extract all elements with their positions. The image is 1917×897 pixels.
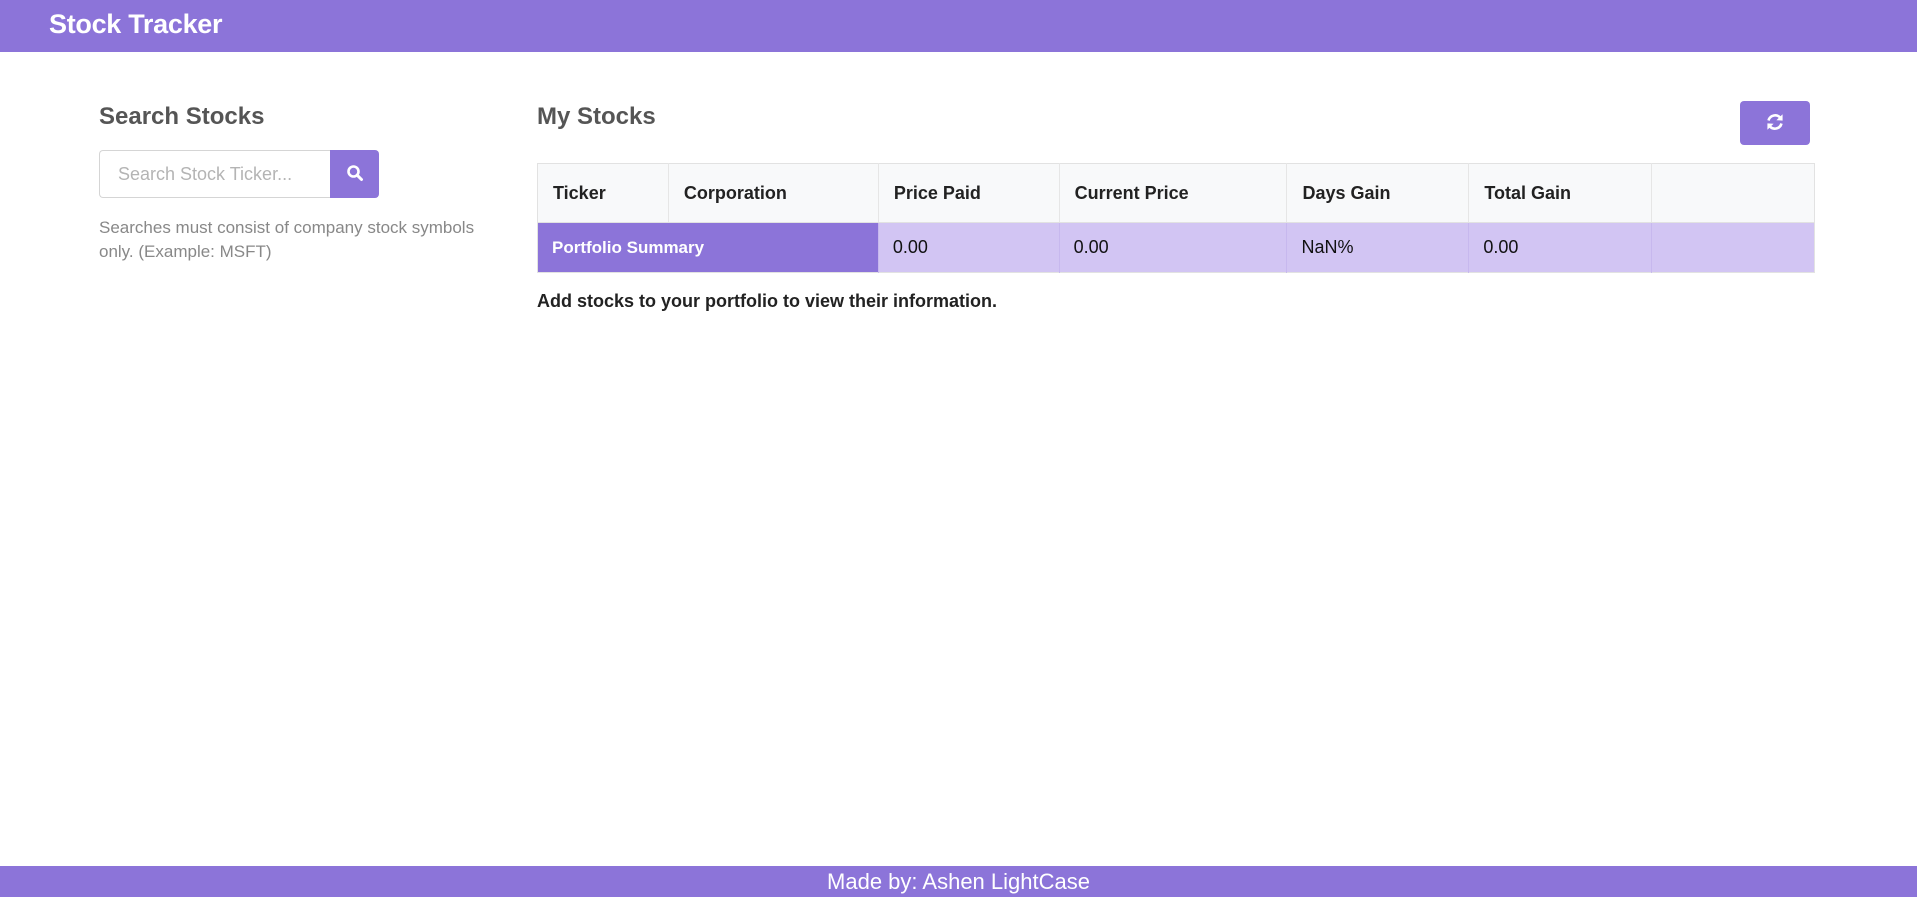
footer-credit: Made by: Ashen LightCase <box>827 869 1090 894</box>
column-header-days-gain: Days Gain <box>1286 163 1470 223</box>
search-help-text: Searches must consist of company stock s… <box>99 218 475 261</box>
search-section-title: Search Stocks <box>99 103 265 130</box>
summary-price-paid: 0.00 <box>878 222 1060 273</box>
column-header-corporation: Corporation <box>668 163 879 223</box>
refresh-button[interactable] <box>1740 101 1810 145</box>
column-header-current-price: Current Price <box>1059 163 1288 223</box>
navbar: Stock Tracker <box>0 0 1917 52</box>
column-header-total-gain: Total Gain <box>1468 163 1653 223</box>
portfolio-table: Ticker Corporation Price Paid Current Pr… <box>537 163 1815 273</box>
table-header-row: Ticker Corporation Price Paid Current Pr… <box>537 163 1815 223</box>
search-button[interactable] <box>330 150 379 198</box>
search-icon <box>346 164 364 185</box>
column-header-price-paid: Price Paid <box>878 163 1060 223</box>
brand-link[interactable]: Stock Tracker <box>49 9 223 40</box>
empty-portfolio-message: Add stocks to your portfolio to view the… <box>537 291 998 311</box>
refresh-icon <box>1765 112 1785 135</box>
portfolio-title: My Stocks <box>537 103 656 130</box>
search-input[interactable] <box>99 150 331 198</box>
summary-days-gain: NaN% <box>1286 222 1470 273</box>
footer: Made by: Ashen LightCase <box>0 866 1917 897</box>
summary-actions-cell <box>1651 222 1815 273</box>
column-header-actions <box>1651 163 1815 223</box>
column-header-ticker: Ticker <box>537 163 669 223</box>
summary-current-price: 0.00 <box>1059 222 1288 273</box>
portfolio-summary-row: Portfolio Summary 0.00 0.00 NaN% 0.00 <box>537 222 1815 273</box>
summary-total-gain: 0.00 <box>1468 222 1653 273</box>
summary-label: Portfolio Summary <box>537 222 879 273</box>
search-group <box>99 150 379 198</box>
